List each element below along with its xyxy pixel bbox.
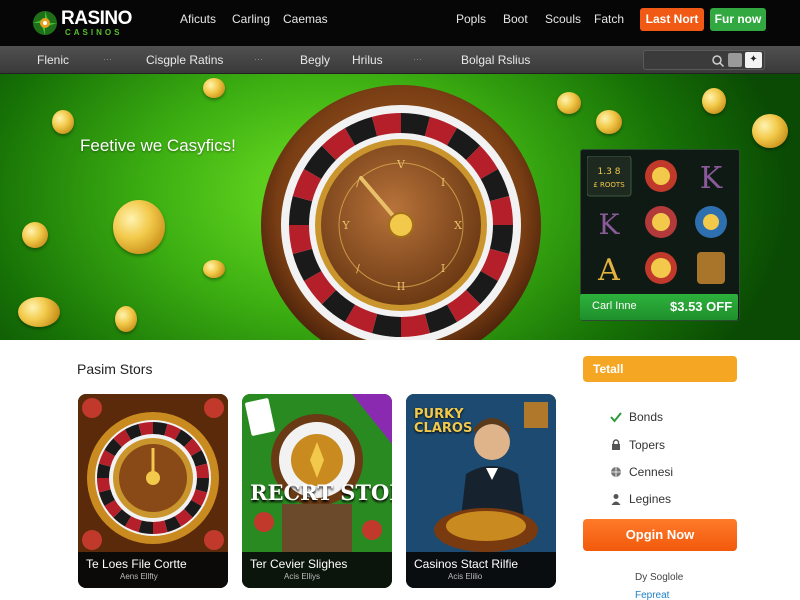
card-subtitle: Acis Elilio	[448, 572, 483, 581]
card-caption: Ter Cevier Slighes Acis Elliys	[242, 552, 392, 588]
card-title: Casinos Stact Rilfie	[414, 557, 519, 571]
offer-label: Carl Inne	[592, 300, 637, 312]
offer-banner[interactable]: Carl Inne $3.53 OFF	[580, 294, 738, 320]
search-input[interactable]: ✦	[643, 50, 765, 70]
brand-tagline: CASINOS	[65, 28, 123, 37]
section-title: Pasim Stors	[77, 361, 153, 377]
card-title: Ter Cevier Slighes	[250, 557, 348, 571]
roulette-card-art-icon	[78, 394, 228, 552]
nav-link-boot[interactable]: Boot	[503, 12, 528, 26]
secondary-navbar: Flenic ⋯ Cisgple Ratins ⋯ Begly Hrilus ⋯…	[0, 46, 800, 74]
subnav-separator: ⋯	[413, 54, 422, 64]
roulette-logo-icon	[33, 11, 57, 35]
coin-icon	[596, 110, 622, 134]
svg-text:1.3 8: 1.3 8	[598, 167, 621, 177]
svg-text:K: K	[700, 161, 723, 196]
roulette-pocket	[289, 196, 313, 225]
coin-icon	[557, 92, 581, 114]
card-caption: Casinos Stact Rilfie Acis Elilio	[406, 552, 556, 588]
lock-icon	[612, 439, 620, 450]
coin-icon	[115, 306, 137, 332]
subnav-item-ratins[interactable]: Cisgple Ratins	[146, 53, 223, 67]
nav-link-caemas[interactable]: Caemas	[283, 12, 328, 26]
subnav-item-flenic[interactable]: Flenic	[37, 53, 69, 67]
sidebar-footer-link[interactable]: Fepreat	[635, 590, 669, 600]
game-card-dealer[interactable]: PURKY CLAROS Casinos Stact Rilfie Acis E…	[406, 394, 556, 588]
roulette-pocket	[401, 313, 430, 337]
subnav-item-hrilus[interactable]: Hrilus	[352, 53, 383, 67]
lightning-icon[interactable]: ✦	[745, 52, 762, 68]
user-icon	[611, 494, 621, 505]
nav-link-about[interactable]: Aficuts	[180, 12, 216, 26]
game-card-roulette[interactable]: Te Loes File Cortte Aens Ellfty	[78, 394, 228, 588]
coin-icon	[203, 78, 225, 98]
hero-title: Feetive we Casyfics!	[80, 136, 236, 155]
svg-text:X: X	[454, 219, 462, 232]
filter-toggle-icon[interactable]	[728, 53, 742, 67]
globe-icon	[611, 467, 621, 477]
hero-banner: Feetive we Casyfics! VX II Y I / I / 1.3…	[0, 74, 800, 340]
search-icon[interactable]	[711, 54, 725, 68]
offer-value: $3.53 OFF	[670, 299, 733, 314]
roulette-pocket	[401, 113, 430, 137]
roulette-wheel-icon: VX IIY I/ I/	[261, 85, 541, 340]
top-navbar: RASINO CASINOS Aficuts Carling Caemas Po…	[0, 0, 800, 46]
coin-icon	[52, 110, 74, 134]
nav-link-fatch[interactable]: Fatch	[594, 12, 624, 26]
roulette-pocket	[489, 225, 513, 254]
subnav-separator: ⋯	[254, 54, 263, 64]
coin-icon	[113, 200, 165, 254]
sidebar-item-topers[interactable]: Topers	[610, 437, 730, 455]
card-subtitle: Aens Ellfty	[120, 572, 158, 581]
slot-reels-icon: 1.3 8 £ ROOTS K K A	[587, 156, 727, 288]
coin-icon	[702, 88, 726, 114]
sidebar-item-label: Bonds	[629, 410, 664, 424]
card-banner: RECRT STOP	[250, 480, 392, 505]
roulette-pocket	[372, 313, 401, 337]
card-caption: Te Loes File Cortte Aens Ellfty	[78, 552, 228, 588]
card-title: Te Loes File Cortte	[86, 557, 187, 571]
coin-icon	[18, 297, 60, 327]
sidebar-item-bonds[interactable]: Bonds	[610, 409, 730, 427]
opgin-now-button[interactable]: Opgin Now	[583, 519, 737, 551]
svg-text:II: II	[397, 280, 406, 293]
coin-icon	[203, 260, 225, 278]
nav-link-popls[interactable]: Popls	[456, 12, 486, 26]
nav-link-carling[interactable]: Carling	[232, 12, 270, 26]
svg-text:A: A	[597, 253, 620, 288]
subnav-item-begly[interactable]: Begly	[300, 53, 330, 67]
slot-card-art-icon	[242, 394, 392, 552]
svg-text:/: /	[356, 262, 360, 275]
sidebar-item-label: Legines	[629, 492, 672, 506]
sidebar-item-label: Cennesi	[629, 465, 674, 479]
subnav-item-rslius[interactable]: Bolgal Rslius	[461, 53, 530, 67]
svg-text:Y: Y	[341, 219, 350, 232]
coin-icon	[22, 222, 48, 248]
coin-icon	[752, 114, 788, 148]
svg-text:I: I	[441, 176, 445, 189]
roulette-pocket	[289, 225, 313, 254]
roulette-pocket	[372, 113, 401, 137]
game-card-recrt-stop[interactable]: RECRT STOP Ter Cevier Slighes Acis Elliy…	[242, 394, 392, 588]
svg-text:I: I	[441, 262, 445, 275]
check-icon	[610, 412, 622, 423]
sidebar-item-cennesi[interactable]: Cennesi	[610, 464, 730, 482]
fur-now-button[interactable]: Fur now	[710, 8, 766, 31]
last-nort-button[interactable]: Last Nort	[640, 8, 704, 31]
roulette-pocket	[489, 196, 513, 225]
card-banner: PURKY CLAROS	[414, 407, 473, 436]
sidebar-item-legines[interactable]: Legines	[610, 491, 730, 509]
sidebar-header-label: Tetall	[593, 362, 624, 376]
svg-text:V: V	[396, 158, 406, 171]
sidebar-header: Tetall	[583, 356, 737, 382]
subnav-separator: ⋯	[103, 54, 112, 64]
svg-text:£ ROOTS: £ ROOTS	[593, 181, 625, 189]
card-subtitle: Acis Elliys	[284, 572, 321, 581]
brand-name: RASINO	[61, 8, 132, 29]
nav-link-scouls[interactable]: Scouls	[545, 12, 581, 26]
sidebar-item-label: Topers	[629, 438, 666, 452]
sidebar-footer-text: Dy Soglole	[635, 572, 684, 583]
brand-logo[interactable]: RASINO CASINOS	[32, 5, 142, 41]
svg-text:K: K	[599, 208, 621, 241]
